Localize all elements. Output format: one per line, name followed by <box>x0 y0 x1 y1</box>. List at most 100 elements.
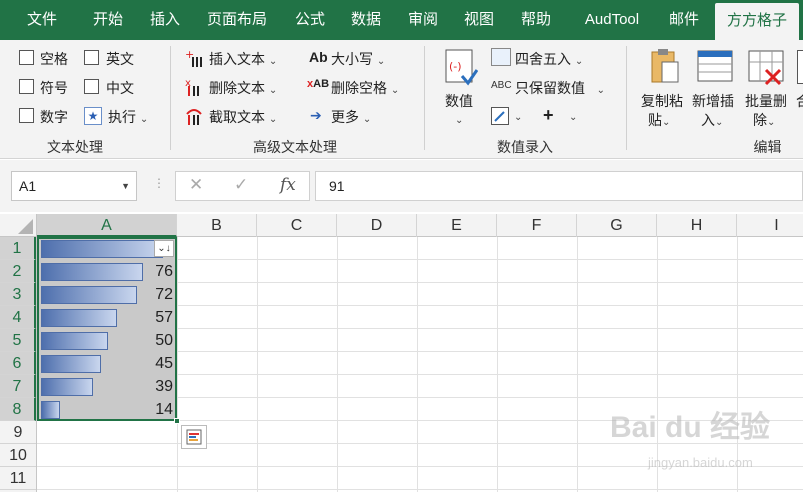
delete-text-button[interactable]: 删除文本 ⌄ <box>209 78 277 98</box>
round-button[interactable]: 四舍五入 ⌄ <box>515 49 583 69</box>
keep-number-label: 只保留数值 <box>515 80 585 96</box>
tab-data[interactable]: 数据 <box>338 0 394 40</box>
extract-text-button[interactable]: 截取文本 ⌄ <box>209 107 277 127</box>
case-button[interactable]: 大小写 ⌄ <box>331 49 385 69</box>
execute-button[interactable]: 执行 ⌄ <box>108 107 148 127</box>
chevron-down-icon: ⌄ <box>139 114 149 125</box>
column-header-c[interactable]: C <box>257 214 337 237</box>
column-header-h[interactable]: H <box>657 214 737 237</box>
star-icon: ★ <box>84 107 102 125</box>
tab-file[interactable]: 文件 <box>14 0 70 40</box>
checkbox-symbol[interactable] <box>19 79 34 94</box>
remove-space-icon: xAB <box>307 78 330 90</box>
tab-help[interactable]: 帮助 <box>508 0 564 40</box>
data-cell[interactable]: 76 <box>39 261 175 283</box>
data-cell[interactable]: 72 <box>39 284 175 306</box>
case-icon: Ab <box>309 49 328 65</box>
ribbon-tab-bar: 文件 开始 插入 页面布局 公式 数据 审阅 视图 帮助 AudTool 邮件 … <box>0 0 803 40</box>
name-box[interactable]: A1 ▼ <box>11 171 137 201</box>
batch-delete-line2-wrap[interactable]: 除⌄ <box>753 110 775 130</box>
edit-pencil-icon[interactable] <box>491 107 509 125</box>
cell-value: 76 <box>155 263 173 280</box>
ribbon-panel: 空格 英文 符号 中文 数字 ★ 执行 ⌄ 文本处理 + 插入文本 ⌄ x 删除… <box>0 40 803 159</box>
data-bar <box>41 355 101 373</box>
cell-value: 39 <box>155 378 173 395</box>
column-header-f[interactable]: F <box>497 214 577 237</box>
merge-icon <box>797 50 803 84</box>
copy-paste-line2-wrap[interactable]: 贴⌄ <box>648 110 670 130</box>
cancel-icon[interactable]: ✕ <box>189 175 203 195</box>
tab-review[interactable]: 审阅 <box>395 0 451 40</box>
column-header-g[interactable]: G <box>577 214 657 237</box>
tab-insert[interactable]: 插入 <box>137 0 193 40</box>
checkbox-chinese[interactable] <box>84 79 99 94</box>
function-icon[interactable]: fx <box>280 175 296 195</box>
plus-icon[interactable]: + <box>543 105 554 126</box>
checkbox-space[interactable] <box>19 50 34 65</box>
data-cell[interactable]: 39 <box>39 376 175 398</box>
tab-formulas[interactable]: 公式 <box>282 0 338 40</box>
formula-input[interactable]: 91 <box>315 171 803 201</box>
tab-home[interactable]: 开始 <box>80 0 136 40</box>
row-header[interactable]: 9 <box>0 421 36 444</box>
chevron-down-icon: ⌄ <box>268 56 278 67</box>
row-header[interactable]: 6 <box>0 352 36 375</box>
value-button[interactable]: 数值 <box>445 91 473 111</box>
column-header-b[interactable]: B <box>177 214 257 237</box>
group-divider <box>626 46 627 150</box>
checkbox-english[interactable] <box>84 50 99 65</box>
data-cell[interactable]: 45 <box>39 353 175 375</box>
select-all-button[interactable] <box>0 214 37 237</box>
row-header[interactable]: 10 <box>0 444 36 467</box>
batch-delete-button[interactable]: 批量删 <box>745 91 787 111</box>
row-header[interactable]: 2 <box>0 260 36 283</box>
quick-analysis-icon[interactable] <box>181 425 207 449</box>
row-header[interactable]: 7 <box>0 375 36 398</box>
column-header-i[interactable]: I <box>737 214 803 237</box>
filter-dropdown-icon[interactable]: ⌄↓ <box>154 240 174 257</box>
group-label-number: 数值录入 <box>497 139 553 155</box>
chevron-down-icon[interactable]: ⌄ <box>569 107 577 123</box>
row-header[interactable]: 5 <box>0 329 36 352</box>
batch-delete-line1: 批量删 <box>745 93 787 109</box>
data-bar <box>41 263 143 281</box>
column-header-e[interactable]: E <box>417 214 497 237</box>
tab-view[interactable]: 视图 <box>451 0 507 40</box>
check-icon[interactable]: ✓ <box>234 175 248 195</box>
tab-mail[interactable]: 邮件 <box>656 0 712 40</box>
partial-button[interactable]: 合 <box>796 91 803 111</box>
checkbox-number[interactable] <box>19 108 34 123</box>
add-insert-button[interactable]: 新增插 <box>692 91 734 111</box>
remove-space-button[interactable]: 删除空格 ⌄ <box>331 78 399 98</box>
row-header[interactable]: 8 <box>0 398 36 421</box>
data-cell[interactable]: 57 <box>39 307 175 329</box>
more-options-icon: ⋮ <box>153 176 165 190</box>
group-divider <box>424 46 425 150</box>
more-button[interactable]: 更多 ⌄ <box>331 107 371 127</box>
data-cell[interactable]: 50 <box>39 330 175 352</box>
copy-paste-button[interactable]: 复制粘 <box>641 91 683 111</box>
fill-handle[interactable] <box>174 418 180 424</box>
data-bar <box>41 240 163 258</box>
row-header[interactable]: 11 <box>0 467 36 490</box>
svg-text:(-): (-) <box>449 60 462 73</box>
keep-number-button[interactable]: 只保留数值 ⌄ <box>515 78 605 98</box>
insert-text-button[interactable]: 插入文本 ⌄ <box>209 49 277 69</box>
add-insert-line2-wrap[interactable]: 入⌄ <box>701 110 723 130</box>
name-box-value: A1 <box>19 178 37 194</box>
tab-audtool[interactable]: AudTool <box>572 0 652 40</box>
column-header-d[interactable]: D <box>337 214 417 237</box>
row-header[interactable]: 1 <box>0 237 36 260</box>
copy-paste-line2: 贴 <box>648 112 662 128</box>
row-header[interactable]: 4 <box>0 306 36 329</box>
group-label-text: 文本处理 <box>47 139 103 155</box>
data-cell[interactable]: 14 <box>39 399 175 421</box>
column-header-a[interactable]: A <box>37 214 177 237</box>
tab-fangfang[interactable]: 方方格子 <box>715 3 799 40</box>
formula-controls: ✕ ✓ fx <box>175 171 310 201</box>
data-bar <box>41 378 93 396</box>
watermark-url: jingyan.baidu.com <box>648 455 753 470</box>
row-header[interactable]: 3 <box>0 283 36 306</box>
tab-page-layout[interactable]: 页面布局 <box>198 0 276 40</box>
chevron-down-icon[interactable]: ⌄ <box>514 107 522 123</box>
